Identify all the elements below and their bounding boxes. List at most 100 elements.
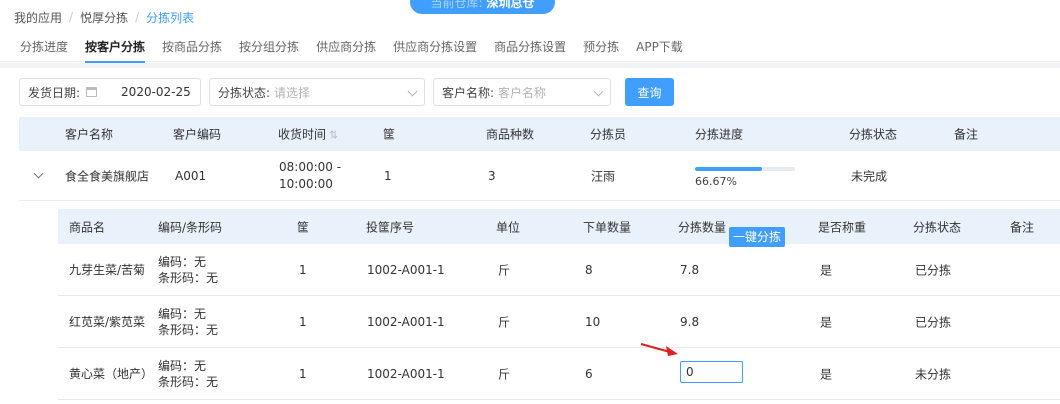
breadcrumb-item-apps[interactable]: 我的应用	[14, 9, 62, 26]
code-barcode: 编码：无 条形码：无	[158, 254, 218, 286]
product-name: 红苋菜/紫苋菜	[69, 314, 146, 329]
sort-qty[interactable]: 9.8	[680, 315, 699, 329]
warehouse-value: 深圳总仓	[486, 0, 535, 10]
sort-qty[interactable]: 7.8	[680, 263, 699, 277]
customer-label: 客户名称:	[442, 85, 495, 100]
weighed: 是	[820, 315, 833, 329]
basket-count: 1	[384, 168, 392, 183]
col-sorter: 分拣员	[590, 127, 627, 142]
product-code: 编码：无	[158, 358, 207, 373]
basket-seq: 1002-A001-1	[367, 262, 445, 277]
red-arrow-icon	[640, 343, 678, 356]
col-sort-status: 分拣状态	[913, 220, 962, 234]
weighed: 是	[820, 263, 833, 277]
customer-select[interactable]: 客户名称: 客户名称	[433, 78, 611, 106]
product-barcode: 条形码：无	[158, 322, 219, 337]
col-sort-qty: 分拣数量	[678, 220, 727, 234]
tab-by-group[interactable]: 按分组分拣	[239, 32, 299, 62]
progress-bar: 66.67%	[695, 167, 795, 188]
col-kinds: 商品种数	[486, 127, 535, 142]
date-label: 发货日期:	[28, 85, 81, 100]
col-order-qty: 下单数量	[583, 220, 632, 234]
tab-bar: 分拣进度 按客户分拣 按商品分拣 按分组分拣 供应商分拣 供应商分拣设置 商品分…	[0, 32, 1060, 63]
product-subtable: 商品名 编码/条形码 筐 投筐序号 单位 下单数量 分拣数量 一键分拣 是否称重…	[58, 209, 1060, 404]
chevron-down-icon	[407, 86, 418, 97]
col-customer-name: 客户名称	[65, 127, 114, 142]
sort-status: 已分拣	[915, 263, 952, 277]
customer-name: 食全食美旗舰店	[65, 169, 150, 183]
customer-placeholder: 客户名称	[498, 85, 547, 100]
col-progress: 分拣进度	[695, 127, 744, 142]
weighed: 是	[820, 367, 833, 381]
col-unit: 单位	[496, 220, 521, 234]
customer-code: A001	[175, 168, 207, 183]
sort-qty-input[interactable]	[680, 361, 743, 383]
sorter-name: 汪雨	[591, 169, 616, 183]
product-name: 九芽生菜/苦菊	[69, 262, 146, 277]
warehouse-selector[interactable]: 当前仓库: 深圳总仓	[410, 0, 555, 14]
col-basket: 筐	[297, 220, 310, 234]
tab-app-download[interactable]: APP下载	[636, 32, 683, 62]
product-kinds: 3	[488, 168, 496, 183]
col-receive-time[interactable]: 收货时间 ⇅	[278, 126, 338, 143]
order-qty: 6	[585, 366, 593, 381]
status-placeholder: 请选择	[274, 85, 311, 100]
product-code: 编码：无	[158, 254, 207, 269]
col-status: 分拣状态	[849, 127, 898, 142]
unit: 斤	[498, 263, 511, 277]
subtable-header: 商品名 编码/条形码 筐 投筐序号 单位 下单数量 分拣数量 一键分拣 是否称重…	[58, 209, 1060, 247]
basket: 1	[299, 314, 307, 329]
tab-supplier-settings[interactable]: 供应商分拣设置	[393, 32, 477, 62]
table-row: 红苋菜/紫苋菜 编码：无 条形码：无 1 1002-A001-1 斤 10 9.8…	[58, 296, 1060, 348]
tab-supplier-sorting[interactable]: 供应商分拣	[316, 32, 376, 62]
code-barcode: 编码：无 条形码：无	[158, 306, 218, 338]
basket-seq: 1002-A001-1	[367, 314, 445, 329]
col-code-barcode: 编码/条形码	[158, 220, 223, 234]
sort-status: 已分拣	[915, 315, 952, 329]
sort-icon[interactable]: ⇅	[329, 129, 338, 142]
order-qty: 8	[585, 262, 593, 277]
chevron-down-icon[interactable]	[33, 168, 44, 179]
breadcrumb: 我的应用 / 悦厚分拣 / 分拣列表	[14, 8, 194, 26]
basket: 1	[299, 366, 307, 381]
calendar-icon	[86, 87, 98, 97]
col-remark: 备注	[1010, 220, 1035, 234]
date-picker[interactable]: 发货日期: 2020-02-25	[19, 78, 201, 106]
basket: 1	[299, 262, 307, 277]
breadcrumb-item-current: 分拣列表	[146, 10, 195, 25]
query-button[interactable]: 查询	[625, 78, 674, 106]
tab-by-customer[interactable]: 按客户分拣	[85, 32, 146, 63]
code-barcode: 编码：无 条形码：无	[158, 358, 218, 390]
breadcrumb-item-sorting[interactable]: 悦厚分拣	[80, 9, 128, 26]
order-qty: 10	[585, 314, 601, 329]
product-barcode: 条形码：无	[158, 374, 219, 389]
tab-by-product[interactable]: 按商品分拣	[162, 32, 222, 62]
breadcrumb-separator: /	[69, 10, 74, 24]
product-code: 编码：无	[158, 306, 207, 321]
product-barcode: 条形码：无	[158, 270, 219, 285]
product-name: 黄心菜（地产）	[69, 366, 154, 381]
receive-time: 08:00:00 - 10:00:00	[279, 159, 342, 191]
col-basket: 筐	[383, 127, 396, 142]
status-select[interactable]: 分拣状态: 请选择	[209, 78, 425, 106]
customer-table-header: 客户名称 客户编码 收货时间 ⇅ 筐 商品种数 分拣员 分拣进度 分拣状态 备注	[19, 117, 1060, 151]
progress-text: 66.67%	[695, 175, 737, 188]
customer-row: 食全食美旗舰店 A001 08:00:00 - 10:00:00 1 3 汪雨 …	[19, 151, 1060, 201]
divider	[0, 63, 1060, 68]
status-label: 分拣状态:	[218, 85, 271, 100]
warehouse-label: 当前仓库:	[430, 0, 483, 10]
basket-seq: 1002-A001-1	[367, 366, 445, 381]
table-row: 九芽生菜/苦菊 编码：无 条形码：无 1 1002-A001-1 斤 8 7.8 …	[58, 244, 1060, 296]
date-value: 2020-02-25	[121, 85, 191, 99]
progress-fill	[695, 167, 762, 171]
tab-sorting-progress[interactable]: 分拣进度	[20, 32, 68, 62]
chevron-down-icon	[593, 86, 604, 97]
tab-pre-sorting[interactable]: 预分拣	[583, 32, 619, 62]
col-remark: 备注	[954, 127, 979, 142]
col-receive-time-label: 收货时间	[278, 127, 327, 142]
col-customer-code: 客户编码	[173, 127, 222, 142]
tab-product-settings[interactable]: 商品分拣设置	[494, 32, 566, 62]
col-weighed: 是否称重	[818, 220, 867, 234]
sort-status: 未分拣	[915, 367, 952, 381]
unit: 斤	[498, 367, 511, 381]
